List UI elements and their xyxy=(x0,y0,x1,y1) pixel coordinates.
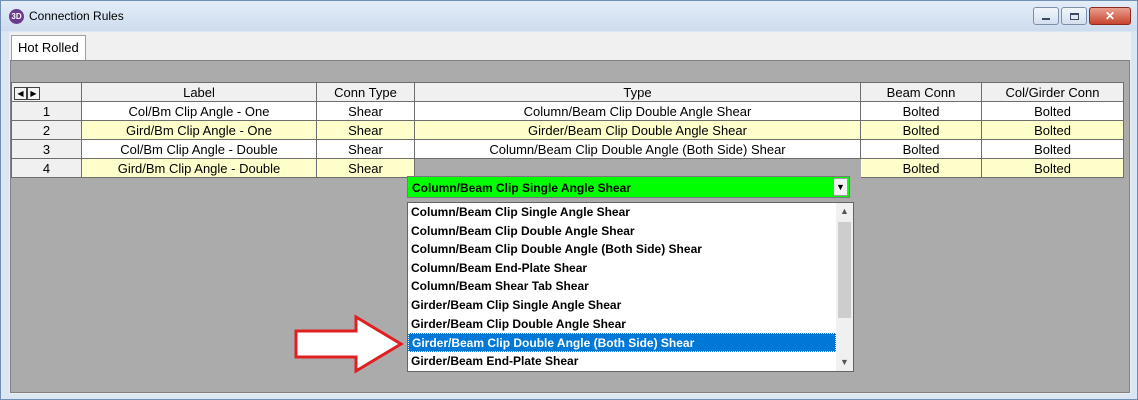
type-dropdown-list[interactable]: Column/Beam Clip Single Angle Shear Colum… xyxy=(407,202,854,372)
row-number[interactable]: 3 xyxy=(11,139,82,159)
column-header-col-girder-conn[interactable]: Col/Girder Conn xyxy=(981,82,1124,102)
label-cell[interactable]: Gird/Bm Clip Angle - Double xyxy=(81,158,317,178)
conn-type-cell[interactable]: Shear xyxy=(316,120,415,140)
table-row: 2 Gird/Bm Clip Angle - One Shear Girder/… xyxy=(11,120,1124,140)
window-controls: ✕ xyxy=(1033,7,1131,25)
type-cell[interactable]: Girder/Beam Clip Double Angle Shear xyxy=(414,120,861,140)
dropdown-option[interactable]: Column/Beam Clip Double Angle (Both Side… xyxy=(408,240,836,259)
table-row: 3 Col/Bm Clip Angle - Double Shear Colum… xyxy=(11,139,1124,159)
row-number[interactable]: 2 xyxy=(11,120,82,140)
conn-type-cell[interactable]: Shear xyxy=(316,139,415,159)
beam-conn-cell[interactable]: Bolted xyxy=(860,101,982,121)
scroll-down-icon[interactable]: ▼ xyxy=(836,354,853,371)
column-header-label[interactable]: Label xyxy=(81,82,317,102)
dropdown-option[interactable]: Girder/Beam End-Plate Shear xyxy=(408,352,836,371)
arrow-shape xyxy=(294,314,404,374)
minimize-button[interactable] xyxy=(1033,7,1059,25)
chevron-down-icon[interactable]: ▼ xyxy=(833,178,848,196)
dropdown-option[interactable]: Column/Beam Clip Single Angle Shear xyxy=(408,203,836,222)
column-header-conn-type[interactable]: Conn Type xyxy=(316,82,415,102)
window-title: Connection Rules xyxy=(29,9,124,23)
tab-hot-rolled[interactable]: Hot Rolled xyxy=(11,35,86,61)
grid-nav-header: ◀ ▶ xyxy=(11,82,82,102)
column-header-type[interactable]: Type xyxy=(414,82,861,102)
maximize-icon xyxy=(1069,12,1079,20)
dropdown-scrollbar[interactable]: ▲ ▼ xyxy=(836,203,853,371)
col-girder-conn-cell[interactable]: Bolted xyxy=(981,139,1124,159)
table-row: 4 Gird/Bm Clip Angle - Double Shear Bolt… xyxy=(11,158,1124,178)
label-cell[interactable]: Col/Bm Clip Angle - One xyxy=(81,101,317,121)
col-girder-conn-cell[interactable]: Bolted xyxy=(981,120,1124,140)
scrollbar-thumb[interactable] xyxy=(838,222,851,318)
scroll-up-icon[interactable]: ▲ xyxy=(836,203,853,220)
conn-type-cell[interactable]: Shear xyxy=(316,158,415,178)
label-cell[interactable]: Col/Bm Clip Angle - Double xyxy=(81,139,317,159)
grid-header-row: ◀ ▶ Label Conn Type Type Beam Conn Col/Gi… xyxy=(11,82,1124,102)
type-combo-box[interactable]: Column/Beam Clip Single Angle Shear ▼ xyxy=(407,176,850,198)
maximize-button[interactable] xyxy=(1061,7,1087,25)
type-cell[interactable]: Column/Beam Clip Double Angle (Both Side… xyxy=(414,139,861,159)
nav-left-icon[interactable]: ◀ xyxy=(14,86,27,100)
dropdown-option[interactable]: Girder/Beam Clip Single Angle Shear xyxy=(408,296,836,315)
type-cell-editing[interactable] xyxy=(414,158,861,178)
label-cell[interactable]: Gird/Bm Clip Angle - One xyxy=(81,120,317,140)
app-icon: 3D xyxy=(9,9,24,24)
dropdown-options: Column/Beam Clip Single Angle Shear Colum… xyxy=(408,203,836,370)
combo-value: Column/Beam Clip Single Angle Shear xyxy=(412,181,631,195)
title-bar[interactable]: 3D Connection Rules ✕ xyxy=(1,1,1137,31)
dropdown-option[interactable]: Girder/Beam Clip Double Angle (Both Side… xyxy=(408,333,836,352)
beam-conn-cell[interactable]: Bolted xyxy=(860,158,982,178)
dropdown-option[interactable]: Girder/Beam Clip Double Angle Shear xyxy=(408,315,836,334)
conn-type-cell[interactable]: Shear xyxy=(316,101,415,121)
close-icon: ✕ xyxy=(1104,9,1116,23)
col-girder-conn-cell[interactable]: Bolted xyxy=(981,158,1124,178)
nav-right-icon[interactable]: ▶ xyxy=(27,86,40,100)
type-cell[interactable]: Column/Beam Clip Double Angle Shear xyxy=(414,101,861,121)
table-row: 1 Col/Bm Clip Angle - One Shear Column/B… xyxy=(11,101,1124,121)
column-header-beam-conn[interactable]: Beam Conn xyxy=(860,82,982,102)
red-arrow-annotation-icon xyxy=(294,314,404,374)
minimize-icon xyxy=(1042,17,1050,20)
rules-grid: ◀ ▶ Label Conn Type Type Beam Conn Col/Gi… xyxy=(11,82,1124,178)
beam-conn-cell[interactable]: Bolted xyxy=(860,139,982,159)
col-girder-conn-cell[interactable]: Bolted xyxy=(981,101,1124,121)
dropdown-option[interactable]: Column/Beam Clip Double Angle Shear xyxy=(408,222,836,241)
beam-conn-cell[interactable]: Bolted xyxy=(860,120,982,140)
dropdown-option[interactable]: Column/Beam Shear Tab Shear xyxy=(408,277,836,296)
dropdown-option[interactable]: Column/Beam End-Plate Shear xyxy=(408,259,836,278)
row-number[interactable]: 4 xyxy=(11,158,82,178)
connection-rules-window: 3D Connection Rules ✕ Hot Rolled ◀ ▶ Labe… xyxy=(0,0,1138,400)
row-number[interactable]: 1 xyxy=(11,101,82,121)
close-button[interactable]: ✕ xyxy=(1089,7,1131,25)
